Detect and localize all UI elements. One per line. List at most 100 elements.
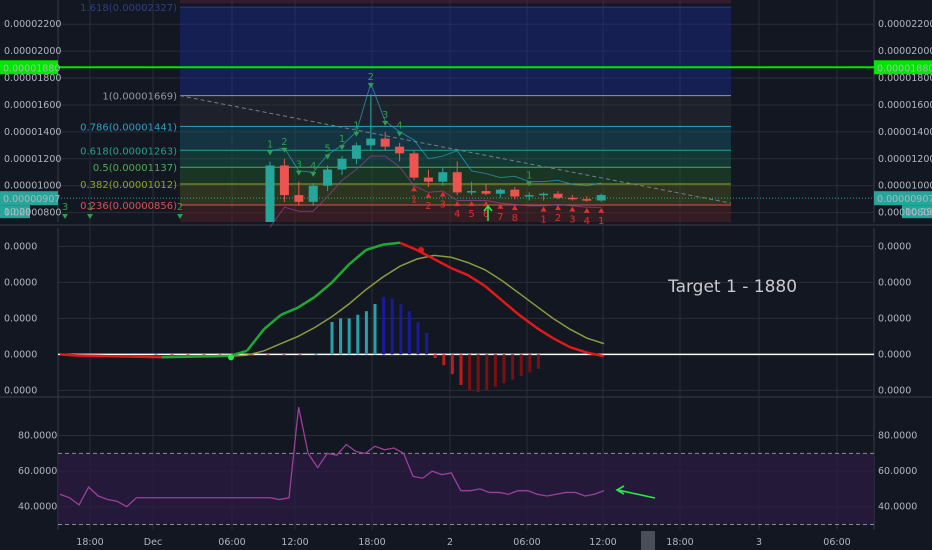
time-scrollbar[interactable] <box>641 531 655 550</box>
y-tick-label-right: 0.00001600 <box>878 100 932 111</box>
candle-body[interactable] <box>495 189 505 194</box>
y-tick-label-right: 0.00002000 <box>878 46 932 57</box>
fib-zone <box>180 7 731 96</box>
candle-body[interactable] <box>409 153 419 178</box>
sequential-count: 8 <box>512 213 518 224</box>
chart-canvas[interactable]: 1.618(0.00002327) 1(0.00001669) 0.786(0.00… <box>0 0 932 550</box>
sequential-count: 1 <box>267 139 273 150</box>
sequential-count: 3 <box>296 160 302 171</box>
macd-histogram-bar <box>493 354 497 387</box>
fib-zone <box>180 126 731 151</box>
y-tick-label-right: 0.00001000 <box>878 181 932 192</box>
macd-histogram-bar <box>416 322 420 355</box>
macd-histogram-bar <box>154 353 158 355</box>
candle-body[interactable] <box>366 138 376 146</box>
macd-histogram-bar <box>450 354 454 375</box>
sequential-count: 2 <box>425 201 431 212</box>
y-tick-label-left: 0.00001800 <box>4 73 61 84</box>
sequential-count: 5 <box>468 209 474 220</box>
sequential-count: 2 <box>281 137 287 148</box>
macd-histogram-bar <box>347 318 351 355</box>
macd-y-tick-left: 0.0000 <box>4 349 37 360</box>
macd-histogram-bar <box>364 311 368 355</box>
sequential-count: 2 <box>555 213 561 224</box>
fib-zone <box>180 95 731 127</box>
macd-histogram-bar <box>399 304 403 355</box>
candle-body[interactable] <box>567 197 577 200</box>
macd-histogram-bar <box>476 354 480 393</box>
macd-y-tick-left: 0.0000 <box>4 385 37 396</box>
candle-body[interactable] <box>553 193 563 198</box>
candle-body[interactable] <box>582 199 592 201</box>
macd-histogram-bar <box>502 354 506 384</box>
macd-histogram-bar <box>314 353 318 355</box>
y-tick-label-left: 0.00001000 <box>4 181 61 192</box>
x-tick-label: 06:00 <box>823 537 850 548</box>
macd-y-tick-right: 0.0000 <box>878 241 911 252</box>
sequential-count: 1 <box>411 194 417 205</box>
sequential-count: 1 <box>339 134 345 145</box>
macd-cross-dot <box>228 354 234 361</box>
candle-body[interactable] <box>279 165 289 196</box>
candle-body[interactable] <box>438 172 448 182</box>
y-tick-label-left: 0.00001400 <box>4 127 61 138</box>
macd-y-tick-left: 0.0000 <box>4 241 37 252</box>
macd-histogram-bar <box>356 314 360 355</box>
macd-y-tick-left: 0.0000 <box>4 313 37 324</box>
rsi-y-tick-left: 60.0000 <box>18 466 57 477</box>
x-tick-label: 2 <box>447 537 453 548</box>
x-tick-label: 18:00 <box>76 537 103 548</box>
macd-histogram-bar <box>528 354 532 373</box>
y-tick-label-right: 0.00001800 <box>878 73 932 84</box>
macd-cross-dot <box>418 247 424 253</box>
macd-histogram-bar <box>382 296 386 355</box>
macd-histogram-bar <box>339 318 343 355</box>
y-tick-label-left: 0.00002200 <box>4 19 61 30</box>
sequential-count: 4 <box>454 209 460 220</box>
rsi-y-tick-left: 80.0000 <box>18 431 57 442</box>
candle-body[interactable] <box>395 146 405 154</box>
macd-y-tick-right: 0.0000 <box>878 277 911 288</box>
candle-body[interactable] <box>265 165 275 222</box>
x-tick-label: 12:00 <box>281 537 308 548</box>
sequential-count: 3 <box>569 214 575 225</box>
candle-body[interactable] <box>337 158 347 170</box>
candle-body[interactable] <box>481 191 491 194</box>
sequential-count: 3 <box>62 202 68 213</box>
x-tick-label: 18:00 <box>666 537 693 548</box>
candle-body[interactable] <box>452 172 462 193</box>
candle-body[interactable] <box>423 177 433 182</box>
candle-body[interactable] <box>351 145 361 159</box>
candle-body[interactable] <box>510 189 520 197</box>
macd-histogram-bar <box>511 354 515 380</box>
target-annotation: Target 1 - 1880 <box>667 277 797 297</box>
sequential-count: 1 <box>526 170 532 181</box>
macd-line-segment <box>59 353 78 357</box>
fib-zone <box>180 150 731 168</box>
sequential-count: 1 <box>353 121 359 132</box>
candle-body[interactable] <box>294 195 304 202</box>
x-tick-label: 3 <box>756 537 762 548</box>
sequential-count: 1 <box>598 216 604 227</box>
candle-body[interactable] <box>524 195 534 197</box>
last-price-label-right: 0.00000907 <box>877 194 932 205</box>
macd-histogram-bar <box>298 354 302 356</box>
candle-body[interactable] <box>596 195 606 201</box>
macd-histogram-bar <box>330 322 334 355</box>
sequential-count: 5 <box>324 143 330 154</box>
candle-body[interactable] <box>467 191 477 193</box>
candle-body[interactable] <box>308 185 318 202</box>
x-tick-label: 06:00 <box>513 537 540 548</box>
candle-body[interactable] <box>539 193 549 196</box>
sequential-count: 3 <box>440 200 446 211</box>
fib-level-label: 0.618(0.00001263) <box>80 146 177 157</box>
macd-histogram-bar <box>459 354 463 385</box>
macd-histogram-bar <box>519 354 523 376</box>
macd-histogram-bar <box>442 354 446 366</box>
macd-histogram-bar <box>373 304 377 355</box>
y-tick-label-right: 0.00002200 <box>878 19 932 30</box>
candle-body[interactable] <box>380 138 390 147</box>
rsi-y-tick-right: 40.0000 <box>878 502 917 513</box>
sequential-count: 4 <box>584 216 590 227</box>
candle-body[interactable] <box>323 169 333 186</box>
